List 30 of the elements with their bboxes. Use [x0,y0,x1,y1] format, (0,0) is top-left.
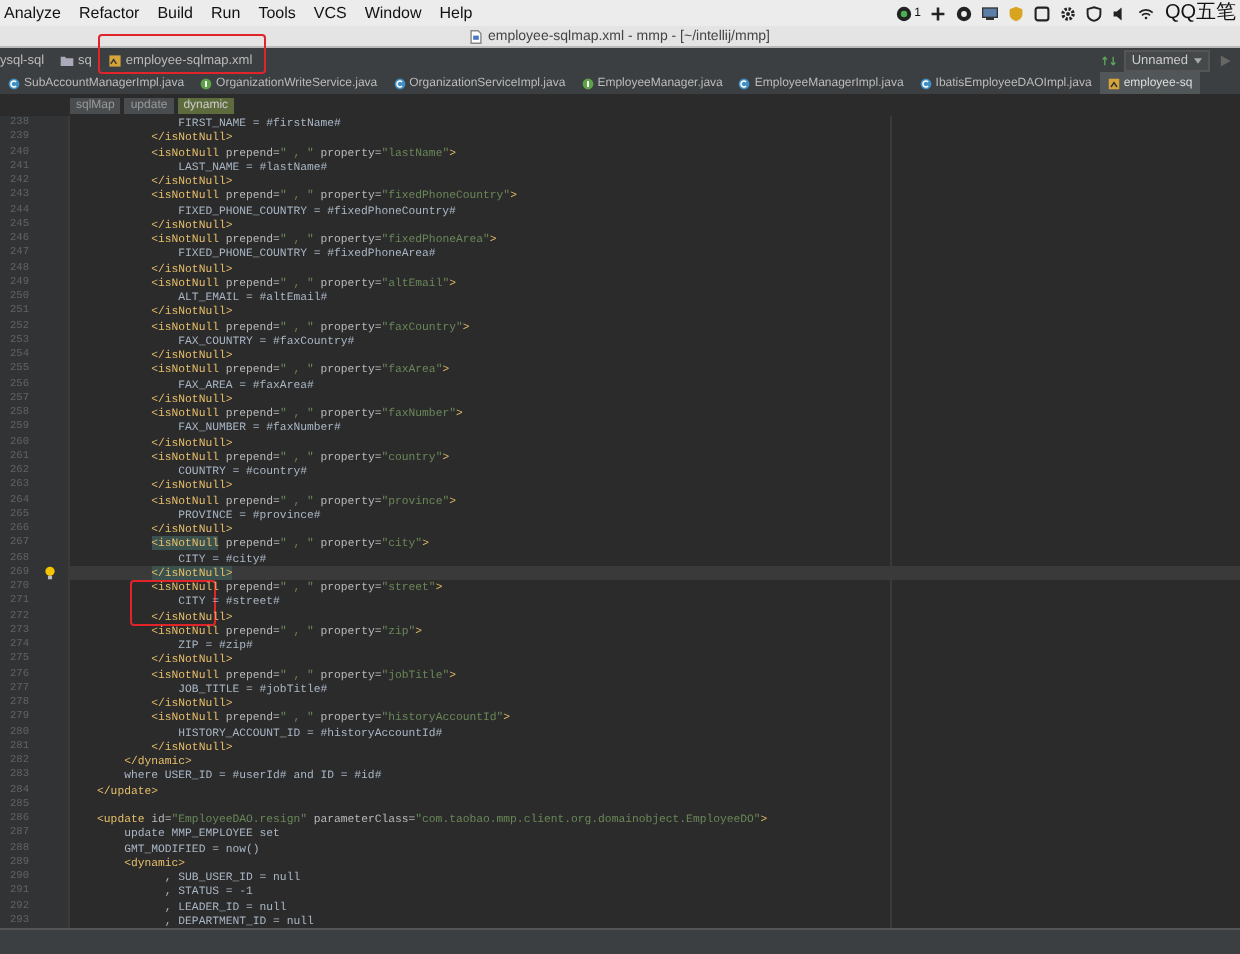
lightbulb-icon[interactable] [44,565,56,580]
document-icon [469,29,482,43]
gear-icon[interactable] [1060,5,1077,21]
class-file-icon [738,77,751,89]
shield-outline-icon[interactable] [1086,5,1103,21]
menu-item[interactable]: Build [157,4,193,22]
xml-file-icon [107,53,122,67]
menu-item[interactable]: Window [364,4,422,22]
circle-icon[interactable] [956,5,973,21]
square-icon[interactable] [1034,5,1051,21]
input-method-indicator[interactable]: QQ五笔 [1164,1,1236,25]
menu-item[interactable]: Run [211,4,241,22]
app-icon[interactable] [896,5,913,21]
interface-file-icon [200,77,213,89]
xml-file-icon [1107,77,1120,89]
menu-item[interactable]: Analyze [4,4,61,22]
menu-item[interactable]: VCS [313,4,347,22]
plus-icon[interactable] [930,5,947,21]
interface-file-icon [581,77,594,89]
monitor-icon[interactable] [982,5,999,21]
class-file-icon [393,77,406,89]
sync-icon[interactable] [1101,53,1116,67]
menu-item[interactable]: Help [439,4,473,22]
menu-item[interactable]: Tools [258,4,296,22]
folder-icon [60,53,75,67]
class-file-icon [919,77,932,89]
caret-icon [1194,57,1202,63]
class-file-icon [8,77,20,89]
menu-item[interactable]: Refactor [78,4,140,22]
wifi-icon[interactable] [1138,5,1155,21]
